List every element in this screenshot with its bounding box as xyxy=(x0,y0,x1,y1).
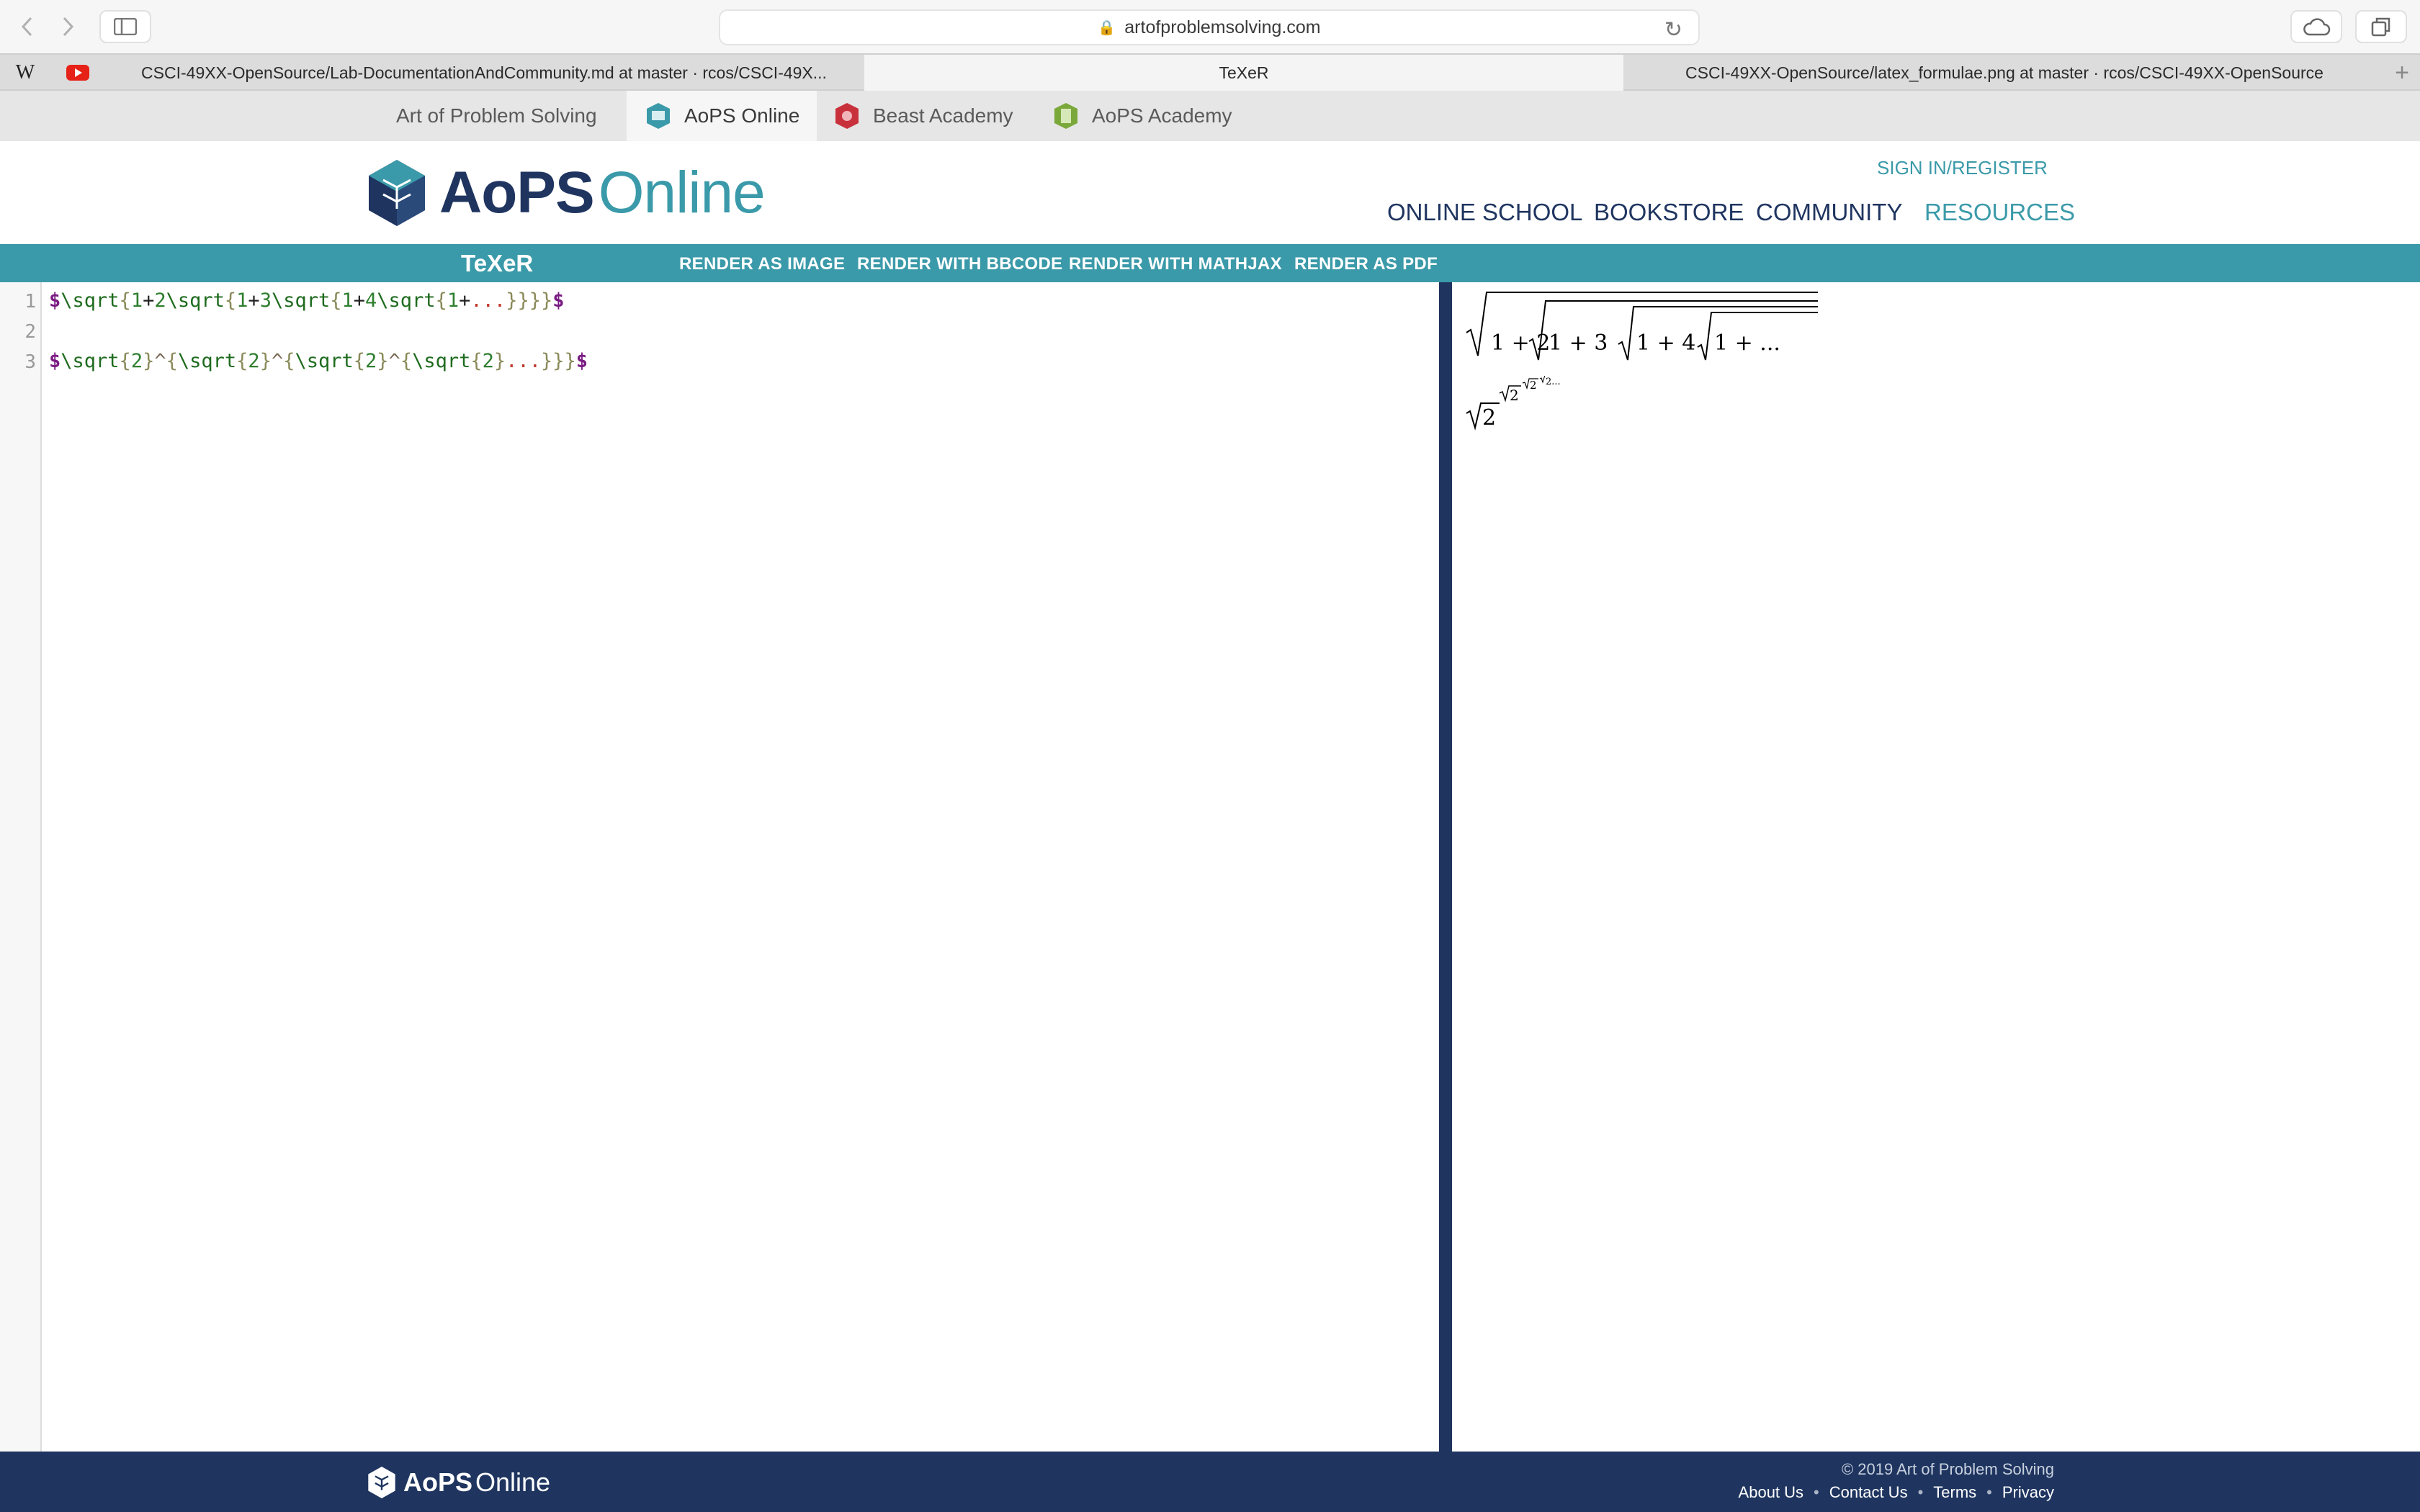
chevron-right-icon xyxy=(63,17,74,37)
footer-link-about-us[interactable]: About Us xyxy=(1739,1483,1804,1502)
aops-online-icon xyxy=(647,103,670,129)
youtube-icon[interactable] xyxy=(66,63,89,83)
sitenav-item-art-of-problem-solving[interactable]: Art of Problem Solving xyxy=(396,91,597,141)
browser-tab-strip: W CSCI-49XX-OpenSource/Lab-Documentation… xyxy=(0,53,2420,91)
browser-tab-title: CSCI-49XX-OpenSource/latex_formulae.png … xyxy=(1685,63,2323,82)
sitenav-label: AoPS Academy xyxy=(1092,104,1232,127)
texer-toolbar: TeXeR RENDER AS IMAGE RENDER WITH BBCODE… xyxy=(0,244,2420,282)
new-tab-button[interactable]: + xyxy=(2390,59,2414,86)
formula-exponent: 2 xyxy=(1530,379,1537,392)
forward-button[interactable] xyxy=(49,10,86,43)
separator: • xyxy=(1917,1483,1924,1501)
address-url: artofproblemsolving.com xyxy=(1124,17,1321,37)
rendered-preview: 1 + 2 1 + 3 1 + 4 1 + ... 2 2 2 2... xyxy=(1452,282,2420,1452)
back-button[interactable] xyxy=(9,10,46,43)
sign-in-register-link[interactable]: SIGN IN/REGISTER xyxy=(1877,157,2048,179)
latex-code-editor[interactable]: 1 2 3 $\sqrt{1+2\sqrt{1+3\sqrt{1+4\sqrt{… xyxy=(0,282,1439,1452)
line-number-gutter: 1 2 3 xyxy=(0,282,42,1452)
aops-cube-logo-icon xyxy=(369,160,425,226)
wikipedia-icon[interactable]: W xyxy=(14,61,36,84)
separator: • xyxy=(1986,1483,1992,1501)
formula-base: 2 xyxy=(1482,405,1496,431)
chevron-left-icon xyxy=(21,17,32,37)
cloud-icon xyxy=(2303,18,2331,36)
lock-icon: 🔒 xyxy=(1098,19,1116,36)
nav-community[interactable]: COMMUNITY xyxy=(1756,199,1902,226)
logo-text: AoPSOnline xyxy=(439,160,766,225)
formula-exponent: 2... xyxy=(1546,377,1561,387)
line-number: 2 xyxy=(24,321,36,343)
footer-logo[interactable]: AoPS Online xyxy=(367,1466,550,1499)
aops-site-nav: Art of Problem Solving AoPS Online Beast… xyxy=(0,91,2420,141)
tab-overview-button[interactable] xyxy=(2355,10,2407,43)
footer-link-contact-us[interactable]: Contact Us xyxy=(1829,1483,1908,1502)
aops-academy-icon xyxy=(1054,103,1077,129)
footer-links: About Us • Contact Us • Terms • Privacy xyxy=(1739,1483,2054,1502)
footer-link-privacy[interactable]: Privacy xyxy=(2002,1483,2054,1502)
footer-link-terms[interactable]: Terms xyxy=(1933,1483,1976,1502)
nav-resources[interactable]: RESOURCES xyxy=(1924,199,2075,226)
sitenav-label: AoPS Online xyxy=(684,104,800,127)
sitenav-label: Beast Academy xyxy=(873,104,1013,127)
line-number: 1 xyxy=(24,291,36,312)
browser-tab-title: CSCI-49XX-OpenSource/Lab-DocumentationAn… xyxy=(141,63,827,82)
site-header: AoPSOnline SIGN IN/REGISTER ONLINE SCHOO… xyxy=(0,141,2420,244)
formula-term: 1 + 2 xyxy=(1491,330,1550,356)
icloud-tabs-button[interactable] xyxy=(2290,10,2342,43)
formula-term: 1 + 4 xyxy=(1636,330,1695,356)
sidebar-toggle-button[interactable] xyxy=(99,10,151,43)
tabs-overview-icon xyxy=(2371,17,2390,37)
browser-tab[interactable]: CSCI-49XX-OpenSource/latex_formulae.png … xyxy=(1625,55,2384,91)
rendered-formula-nested-radicals: 1 + 2 1 + 3 1 + 4 1 + ... xyxy=(1466,292,1818,361)
reload-icon[interactable]: ↻ xyxy=(1664,17,1682,42)
browser-tab[interactable]: CSCI-49XX-OpenSource/Lab-DocumentationAn… xyxy=(105,55,863,91)
formula-term: 1 + 3 xyxy=(1549,330,1608,356)
sitenav-label: Art of Problem Solving xyxy=(396,104,597,127)
aops-cube-logo-icon xyxy=(368,1466,395,1499)
rendered-formula-power-tower: 2 2 2 2... xyxy=(1466,376,1561,431)
render-as-pdf-button[interactable]: RENDER AS PDF xyxy=(1294,254,1438,274)
code-line-1[interactable]: $\sqrt{1+2\sqrt{1+3\sqrt{1+4\sqrt{1+...}… xyxy=(49,289,565,312)
line-number: 3 xyxy=(24,351,36,373)
copyright-text: © 2019 Art of Problem Solving xyxy=(1841,1460,2054,1478)
beast-academy-icon xyxy=(835,103,859,129)
browser-tab-active[interactable]: TeXeR xyxy=(864,55,1623,91)
footer-logo-text: AoPS Online xyxy=(403,1467,551,1497)
render-with-mathjax-button[interactable]: RENDER WITH MATHJAX xyxy=(1069,254,1282,274)
formula-term: 1 + ... xyxy=(1714,330,1780,356)
code-line-3[interactable]: $\sqrt{2}^{\sqrt{2}^{\sqrt{2}^{\sqrt{2}.… xyxy=(49,350,588,372)
address-bar[interactable]: 🔒 artofproblemsolving.com ↻ xyxy=(719,9,1700,45)
sitenav-item-aops-online[interactable]: AoPS Online xyxy=(627,91,817,141)
site-footer: AoPS Online © 2019 Art of Problem Solving… xyxy=(0,1452,2420,1512)
sitenav-item-aops-academy[interactable]: AoPS Academy xyxy=(1052,91,1232,141)
texer-title: TeXeR xyxy=(461,250,534,276)
nav-online-school[interactable]: ONLINE SCHOOL xyxy=(1387,199,1582,226)
separator: • xyxy=(1814,1483,1819,1501)
sidebar-icon xyxy=(114,18,137,35)
formula-exponent: 2 xyxy=(1510,387,1519,404)
pane-divider[interactable] xyxy=(1439,282,1452,1452)
browser-tab-title: TeXeR xyxy=(1219,63,1269,82)
render-with-bbcode-button[interactable]: RENDER WITH BBCODE xyxy=(857,254,1062,274)
nav-bookstore[interactable]: BOOKSTORE xyxy=(1594,199,1744,226)
render-as-image-button[interactable]: RENDER AS IMAGE xyxy=(679,254,845,274)
sitenav-item-beast-academy[interactable]: Beast Academy xyxy=(833,91,1013,141)
browser-toolbar: 🔒 artofproblemsolving.com ↻ xyxy=(0,0,2420,53)
aops-online-logo[interactable]: AoPSOnline xyxy=(367,158,766,228)
